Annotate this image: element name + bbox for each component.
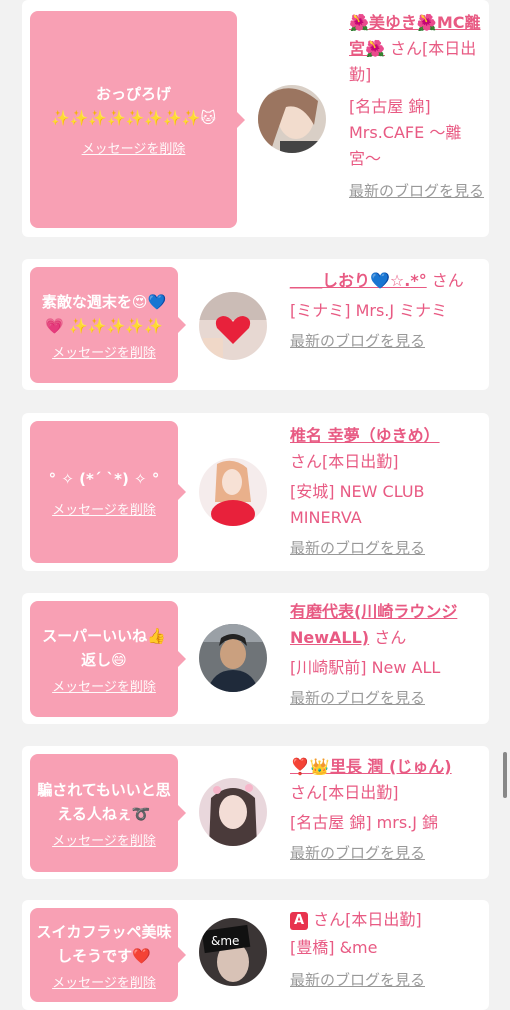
shop-name: [川崎駅前] New ALL (290, 658, 441, 677)
avatar[interactable] (199, 778, 267, 846)
user-status: さん (369, 628, 407, 647)
user-info: 椎名 幸夢（ゆきめ） さん[本日出勤] [安城] NEW CLUB MINERV… (290, 423, 485, 561)
avatar[interactable] (258, 85, 326, 153)
message-bubble: ° ✧ (*´ `*) ✧ ° メッセージを削除 (30, 421, 186, 563)
user-status: さん[本日出勤] (290, 783, 399, 802)
message-card: おっぴろげ ✨✨✨✨✨✨✨✨🐱 メッセージを削除 🌺美ゆき🌺MC離宮🌺 さん[本… (22, 0, 489, 237)
message-card: スーパーいいね👍返し😄 メッセージを削除 有磨代表(川崎ラウンジNewALL) … (22, 593, 489, 724)
latest-blog-link[interactable]: 最新のブログを見る (290, 967, 485, 993)
message-text: 騙されてもいいと思える人ねぇ➰ (37, 780, 171, 823)
avatar-logo-text: &me (211, 934, 239, 948)
user-info: A さん[本日出勤] [豊橋] &me 最新のブログを見る (290, 907, 485, 993)
shop-name: [安城] NEW CLUB MINERVA (290, 482, 425, 527)
message-text: スーパーいいね👍返し😄 (42, 626, 166, 669)
avatar[interactable] (199, 624, 267, 692)
user-info: ＿＿しおり💙☆.*° さん [ミナミ] Mrs.J ミナミ 最新のブログを見る (290, 268, 485, 354)
user-status: さん[本日出勤] (290, 452, 399, 471)
latest-blog-link[interactable]: 最新のブログを見る (290, 328, 485, 354)
message-card: ° ✧ (*´ `*) ✧ ° メッセージを削除 椎名 幸夢（ゆきめ） さん[本… (22, 413, 489, 571)
user-name-link[interactable]: 椎名 幸夢（ゆきめ） (290, 426, 440, 445)
delete-message-link[interactable]: メッセージを削除 (52, 972, 156, 991)
scrollbar[interactable] (503, 752, 507, 798)
message-text: 素敵な週末を😍💙💗 ✨✨✨✨✨ (41, 292, 167, 335)
message-bubble: スイカフラッペ美味しそうです❤️ メッセージを削除 (30, 908, 186, 1002)
shop-name: [豊橋] &me (290, 938, 378, 957)
delete-message-link[interactable]: メッセージを削除 (52, 342, 156, 361)
latest-blog-link[interactable]: 最新のブログを見る (290, 685, 485, 711)
message-text: おっぴろげ ✨✨✨✨✨✨✨✨🐱 (50, 85, 217, 127)
avatar[interactable] (199, 292, 267, 360)
message-bubble: スーパーいいね👍返し😄 メッセージを削除 (30, 601, 186, 717)
message-card: 騙されてもいいと思える人ねぇ➰ メッセージを削除 ❣️👑里長 潤 (じゅん) さ… (22, 746, 489, 879)
user-status: さん (426, 271, 464, 290)
delete-message-link[interactable]: メッセージを削除 (52, 830, 156, 849)
user-name-link[interactable]: ❣️👑里長 潤 (じゅん) (290, 757, 452, 776)
latest-blog-link[interactable]: 最新のブログを見る (349, 178, 484, 204)
user-info: ❣️👑里長 潤 (じゅん) さん[本日出勤] [名古屋 錦] mrs.J 錦 最… (290, 754, 465, 866)
message-text: ° ✧ (*´ `*) ✧ ° (48, 469, 160, 488)
message-text: スイカフラッペ美味しそうです❤️ (36, 922, 172, 965)
message-bubble: 素敵な週末を😍💙💗 ✨✨✨✨✨ メッセージを削除 (30, 267, 186, 383)
delete-message-link[interactable]: メッセージを削除 (82, 138, 186, 157)
user-info: 🌺美ゆき🌺MC離宮🌺 さん[本日出勤] [名古屋 錦] Mrs.CAFE 〜離宮… (349, 10, 484, 204)
avatar[interactable] (199, 458, 267, 526)
message-bubble: おっぴろげ ✨✨✨✨✨✨✨✨🐱 メッセージを削除 (30, 11, 245, 228)
shop-name: [名古屋 錦] mrs.J 錦 (290, 813, 439, 832)
message-card: 素敵な週末を😍💙💗 ✨✨✨✨✨ メッセージを削除 ＿＿しおり💙☆.*° さん [… (22, 259, 489, 390)
user-info: 有磨代表(川崎ラウンジNewALL) さん [川崎駅前] New ALL 最新の… (290, 599, 485, 711)
user-status: さん[本日出勤] (308, 910, 422, 929)
delete-message-link[interactable]: メッセージを削除 (52, 499, 156, 518)
delete-message-link[interactable]: メッセージを削除 (52, 676, 156, 695)
latest-blog-link[interactable]: 最新のブログを見る (290, 840, 465, 866)
message-bubble: 騙されてもいいと思える人ねぇ➰ メッセージを削除 (30, 754, 186, 872)
user-name-link[interactable]: A (290, 912, 308, 930)
shop-name: [ミナミ] Mrs.J ミナミ (290, 301, 448, 320)
avatar[interactable]: &me (199, 918, 267, 986)
latest-blog-link[interactable]: 最新のブログを見る (290, 535, 485, 561)
message-card: スイカフラッペ美味しそうです❤️ メッセージを削除 &me A さん[本日出勤]… (22, 900, 489, 1010)
user-name-link[interactable]: ＿＿しおり💙☆.*° (290, 271, 427, 290)
shop-name: [名古屋 錦] Mrs.CAFE 〜離宮〜 (349, 97, 462, 168)
